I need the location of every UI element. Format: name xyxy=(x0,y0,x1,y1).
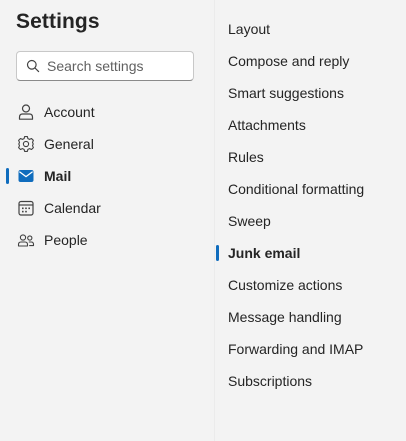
section-item-message-handling[interactable]: Message handling xyxy=(215,301,406,333)
section-item-rules[interactable]: Rules xyxy=(215,141,406,173)
category-item-mail[interactable]: Mail xyxy=(0,160,214,192)
section-item-smart-suggestions[interactable]: Smart suggestions xyxy=(215,77,406,109)
section-item-junk-email[interactable]: Junk email xyxy=(215,237,406,269)
mail-icon xyxy=(17,167,35,185)
section-item-forwarding-and-imap[interactable]: Forwarding and IMAP xyxy=(215,333,406,365)
category-item-calendar[interactable]: Calendar xyxy=(0,192,214,224)
section-item-customize-actions[interactable]: Customize actions xyxy=(215,269,406,301)
section-label: Junk email xyxy=(228,245,301,261)
category-label: General xyxy=(44,136,94,152)
section-label: Message handling xyxy=(228,309,342,325)
settings-dialog: Settings Account xyxy=(0,0,406,441)
mail-section-list: Layout Compose and reply Smart suggestio… xyxy=(215,13,406,397)
section-label: Attachments xyxy=(228,117,306,133)
settings-categories-pane: Settings Account xyxy=(0,0,214,441)
section-label: Smart suggestions xyxy=(228,85,344,101)
section-label: Customize actions xyxy=(228,277,343,293)
category-label: Mail xyxy=(44,168,72,184)
section-label: Sweep xyxy=(228,213,271,229)
search-icon xyxy=(26,59,40,73)
gear-icon xyxy=(17,135,35,153)
section-label: Subscriptions xyxy=(228,373,313,389)
section-item-compose-and-reply[interactable]: Compose and reply xyxy=(215,45,406,77)
section-label: Forwarding and IMAP xyxy=(228,341,364,357)
category-label: People xyxy=(44,232,88,248)
page-title: Settings xyxy=(16,10,100,33)
category-item-general[interactable]: General xyxy=(0,128,214,160)
section-label: Conditional formatting xyxy=(228,181,365,197)
search-box[interactable] xyxy=(16,51,194,81)
selection-indicator xyxy=(6,168,9,184)
section-label: Compose and reply xyxy=(228,53,350,69)
mail-sections-pane: Layout Compose and reply Smart suggestio… xyxy=(215,0,406,441)
selection-indicator xyxy=(216,245,219,261)
category-label: Calendar xyxy=(44,200,101,216)
section-item-attachments[interactable]: Attachments xyxy=(215,109,406,141)
section-item-subscriptions[interactable]: Subscriptions xyxy=(215,365,406,397)
section-item-conditional-formatting[interactable]: Conditional formatting xyxy=(215,173,406,205)
calendar-icon xyxy=(17,199,35,217)
section-label: Rules xyxy=(228,149,264,165)
section-label: Layout xyxy=(228,21,271,37)
search-input[interactable] xyxy=(47,58,187,74)
category-item-account[interactable]: Account xyxy=(0,96,214,128)
category-label: Account xyxy=(44,104,95,120)
person-icon xyxy=(17,103,35,121)
section-item-layout[interactable]: Layout xyxy=(215,13,406,45)
section-item-sweep[interactable]: Sweep xyxy=(215,205,406,237)
category-list: Account General Mail Calendar People xyxy=(0,96,214,256)
category-item-people[interactable]: People xyxy=(0,224,214,256)
people-icon xyxy=(17,231,35,249)
